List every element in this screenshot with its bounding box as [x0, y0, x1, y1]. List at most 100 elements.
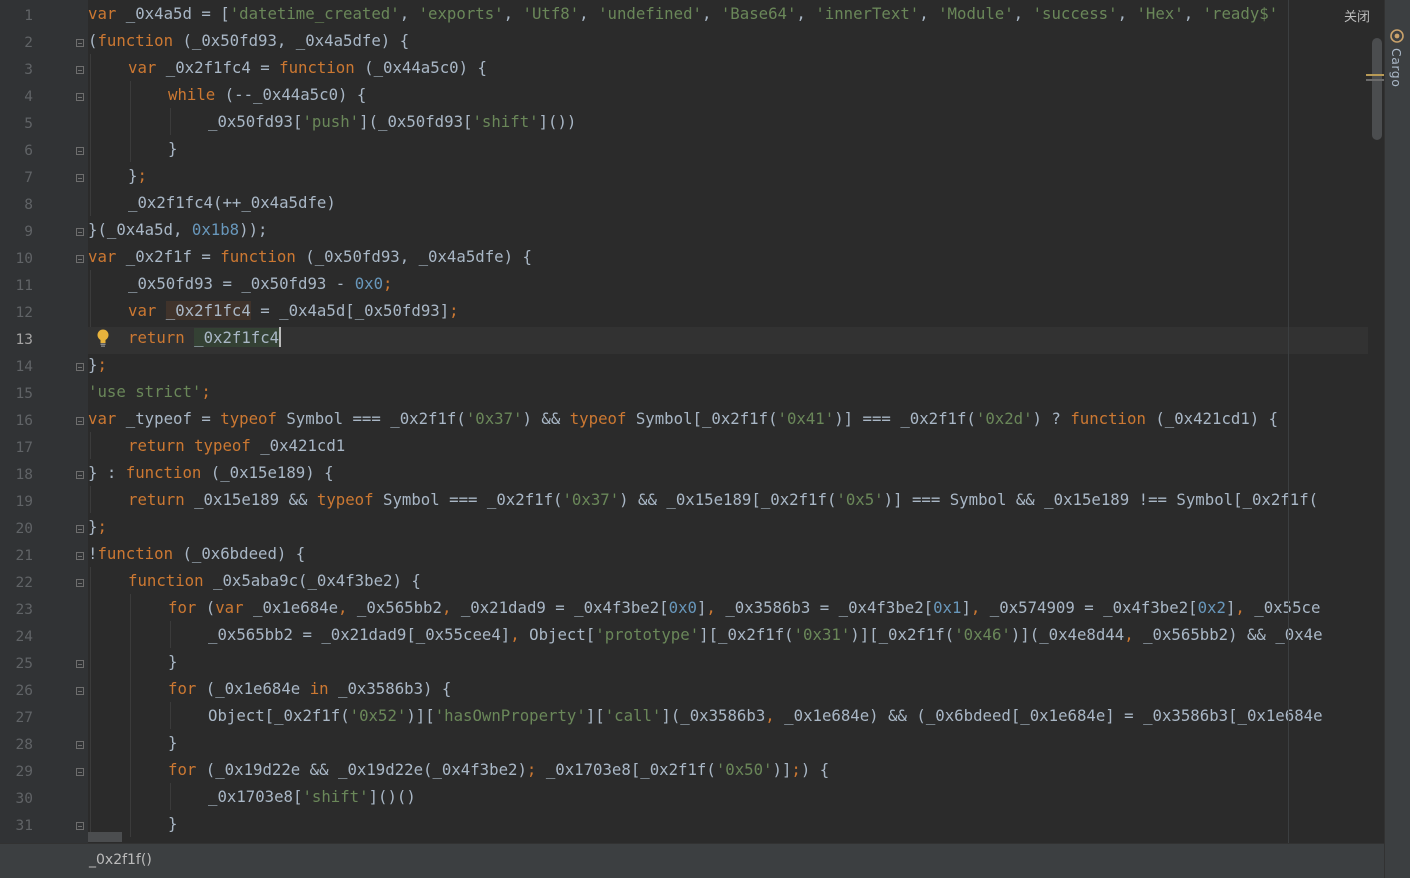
code-line[interactable]: } — [168, 810, 177, 837]
line-number[interactable]: 1 — [0, 3, 33, 30]
code-line[interactable]: var _0x4a5d = ['datetime_created', 'expo… — [88, 0, 1278, 27]
code-line[interactable]: }(_0x4a5d, 0x1b8)); — [88, 216, 267, 243]
code-token: for — [168, 598, 197, 617]
line-number[interactable]: 3 — [0, 57, 33, 84]
fold-marker[interactable] — [76, 255, 84, 263]
fold-end-marker[interactable] — [76, 822, 84, 830]
line-number[interactable]: 30 — [0, 786, 33, 813]
line-number[interactable]: 15 — [0, 381, 33, 408]
code-line[interactable]: for (var _0x1e684e, _0x565bb2, _0x21dad9… — [168, 594, 1320, 621]
line-number[interactable]: 14 — [0, 354, 33, 381]
close-button[interactable]: 关闭 — [1338, 6, 1377, 30]
code-line[interactable]: } — [168, 135, 177, 162]
code-line[interactable]: }; — [88, 513, 107, 540]
fold-marker[interactable] — [76, 552, 84, 560]
code-line[interactable]: }; — [88, 351, 107, 378]
code-token: function — [97, 31, 174, 50]
code-line[interactable]: _0x2f1fc4(++_0x4a5dfe) — [128, 189, 336, 216]
line-number[interactable]: 29 — [0, 759, 33, 786]
code-token: , — [510, 625, 520, 644]
code-line[interactable]: function _0x5aba9c(_0x4f3be2) { — [128, 567, 421, 594]
code-token: ) { — [800, 760, 830, 779]
code-line[interactable]: while (--_0x44a5c0) { — [168, 81, 366, 108]
line-number[interactable]: 20 — [0, 516, 33, 543]
lightbulb-icon[interactable] — [96, 329, 110, 347]
code-line[interactable]: _0x50fd93 = _0x50fd93 - 0x0; — [128, 270, 392, 297]
code-line[interactable]: } — [168, 648, 177, 675]
fold-marker[interactable] — [76, 39, 84, 47]
line-number[interactable]: 28 — [0, 732, 33, 759]
fold-end-marker[interactable] — [76, 525, 84, 533]
cargo-tool-window-label[interactable]: Cargo — [1389, 48, 1404, 87]
usage-marker[interactable] — [1366, 79, 1384, 81]
code-token: 0x1b8 — [191, 220, 240, 239]
indent-guide — [130, 594, 131, 837]
code-editor[interactable]: var _0x4a5d = ['datetime_created', 'expo… — [88, 0, 1384, 843]
line-number[interactable]: 6 — [0, 138, 33, 165]
code-token: '0x5' — [836, 490, 884, 509]
code-line[interactable]: var _typeof = typeof Symbol === _0x2f1f(… — [88, 405, 1278, 432]
fold-end-marker[interactable] — [76, 363, 84, 371]
line-number[interactable]: 10 — [0, 246, 33, 273]
line-number[interactable]: 12 — [0, 300, 33, 327]
line-number[interactable]: 31 — [0, 813, 33, 840]
line-number[interactable]: 9 — [0, 219, 33, 246]
fold-end-marker[interactable] — [76, 174, 84, 182]
code-token: = _0x4a5d[_0x50fd93] — [250, 301, 450, 320]
code-line[interactable]: var _0x2f1fc4 = _0x4a5d[_0x50fd93]; — [128, 297, 459, 324]
fold-marker[interactable] — [76, 417, 84, 425]
code-token: _0x3586b3 = _0x4f3be2[ — [715, 598, 934, 617]
code-line[interactable]: var _0x2f1f = function (_0x50fd93, _0x4a… — [88, 243, 532, 270]
code-line[interactable]: return typeof _0x421cd1 — [128, 432, 345, 459]
code-line[interactable]: for (_0x1e684e in _0x3586b3) { — [168, 675, 451, 702]
code-line[interactable]: }; — [128, 162, 147, 189]
line-number[interactable]: 5 — [0, 111, 33, 138]
code-line[interactable]: (function (_0x50fd93, _0x4a5dfe) { — [88, 27, 409, 54]
line-number[interactable]: 18 — [0, 462, 33, 489]
code-line[interactable]: var _0x2f1fc4 = function (_0x44a5c0) { — [128, 54, 487, 81]
fold-marker[interactable] — [76, 471, 84, 479]
fold-marker[interactable] — [76, 768, 84, 776]
line-number[interactable]: 22 — [0, 570, 33, 597]
code-line[interactable]: return _0x15e189 && typeof Symbol === _0… — [128, 486, 1318, 513]
line-number[interactable]: 16 — [0, 408, 33, 435]
fold-marker[interactable] — [76, 579, 84, 587]
fold-end-marker[interactable] — [76, 741, 84, 749]
code-token: ] — [696, 598, 707, 617]
line-number[interactable]: 17 — [0, 435, 33, 462]
line-number[interactable]: 24 — [0, 624, 33, 651]
line-number[interactable]: 23 — [0, 597, 33, 624]
breadcrumb[interactable]: _0x2f1f() — [89, 849, 152, 871]
fold-marker[interactable] — [76, 687, 84, 695]
horizontal-scrollbar-thumb[interactable] — [88, 832, 122, 842]
fold-end-marker[interactable] — [76, 147, 84, 155]
line-number[interactable]: 13 — [0, 327, 33, 354]
line-number[interactable]: 7 — [0, 165, 33, 192]
warning-marker[interactable] — [1366, 74, 1384, 76]
line-number[interactable]: 8 — [0, 192, 33, 219]
fold-end-marker[interactable] — [76, 660, 84, 668]
code-line[interactable]: !function (_0x6bdeed) { — [88, 540, 305, 567]
fold-marker[interactable] — [76, 93, 84, 101]
code-line[interactable]: _0x50fd93['push'](_0x50fd93['shift']()) — [208, 108, 576, 135]
code-line[interactable]: } — [168, 729, 177, 756]
fold-end-marker[interactable] — [76, 228, 84, 236]
line-number[interactable]: 11 — [0, 273, 33, 300]
line-number[interactable]: 19 — [0, 489, 33, 516]
line-number[interactable]: 2 — [0, 30, 33, 57]
code-line[interactable]: } : function (_0x15e189) { — [88, 459, 334, 486]
line-number[interactable]: 26 — [0, 678, 33, 705]
code-line[interactable]: 'use strict'; — [88, 378, 211, 405]
code-line[interactable]: Object[_0x2f1f('0x52')]['hasOwnProperty'… — [208, 702, 1323, 729]
code-line[interactable]: _0x565bb2 = _0x21dad9[_0x55cee4], Object… — [208, 621, 1323, 648]
line-number[interactable]: 25 — [0, 651, 33, 678]
vertical-scrollbar-thumb[interactable] — [1372, 38, 1382, 140]
line-number[interactable]: 21 — [0, 543, 33, 570]
indent-guide — [170, 783, 171, 810]
line-number[interactable]: 27 — [0, 705, 33, 732]
fold-marker[interactable] — [76, 66, 84, 74]
line-number[interactable]: 4 — [0, 84, 33, 111]
code-line[interactable]: return _0x2f1fc4 — [128, 324, 282, 351]
code-line[interactable]: _0x1703e8['shift']()() — [208, 783, 416, 810]
code-line[interactable]: for (_0x19d22e && _0x19d22e(_0x4f3be2); … — [168, 756, 829, 783]
